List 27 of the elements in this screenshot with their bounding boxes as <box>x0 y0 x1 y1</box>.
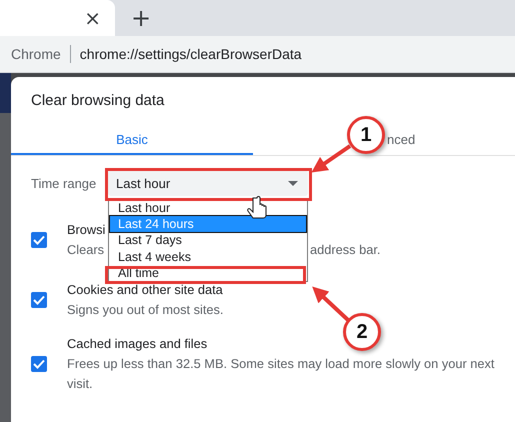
caret-icon <box>288 180 298 186</box>
browser-tab[interactable]: × <box>0 0 115 36</box>
arrow <box>312 286 350 322</box>
option-description: address bar. <box>310 241 380 259</box>
dropdown-option[interactable]: Last hour <box>110 200 306 216</box>
option-title: Cookies and other site data <box>67 281 223 299</box>
checkbox[interactable] <box>31 292 47 308</box>
dropdown-option[interactable]: Last 7 days <box>110 232 306 249</box>
checkbox[interactable] <box>31 232 47 248</box>
option-title: Cached images and files <box>67 335 208 353</box>
close-tab-button[interactable]: × <box>78 8 107 28</box>
option-title: Browsi <box>67 221 106 239</box>
address-bar[interactable]: Chrome chrome://settings/clearBrowserData <box>0 36 515 73</box>
time-range-label: Time range <box>31 176 98 190</box>
url-text: chrome://settings/clearBrowserData <box>80 46 302 62</box>
site-label: Chrome <box>11 46 61 62</box>
dialog-tab[interactable]: nced <box>387 125 416 155</box>
time-range-select[interactable]: Last hour <box>108 170 308 196</box>
checkbox[interactable] <box>31 356 47 372</box>
option-description: Signs you out of most sites. <box>67 301 224 319</box>
dialog-tab[interactable]: Basic <box>11 125 253 155</box>
new-tab-button[interactable]: + <box>125 6 158 30</box>
arrow <box>311 144 352 173</box>
dropdown-option[interactable]: Last 4 weeks <box>110 248 306 265</box>
dialog-title: Clear browsing data <box>30 91 166 111</box>
option-description: Clears <box>67 241 104 259</box>
option-description: Frees up less than 32.5 MB. Some sites may load more slowly on your next visit. <box>67 355 496 393</box>
